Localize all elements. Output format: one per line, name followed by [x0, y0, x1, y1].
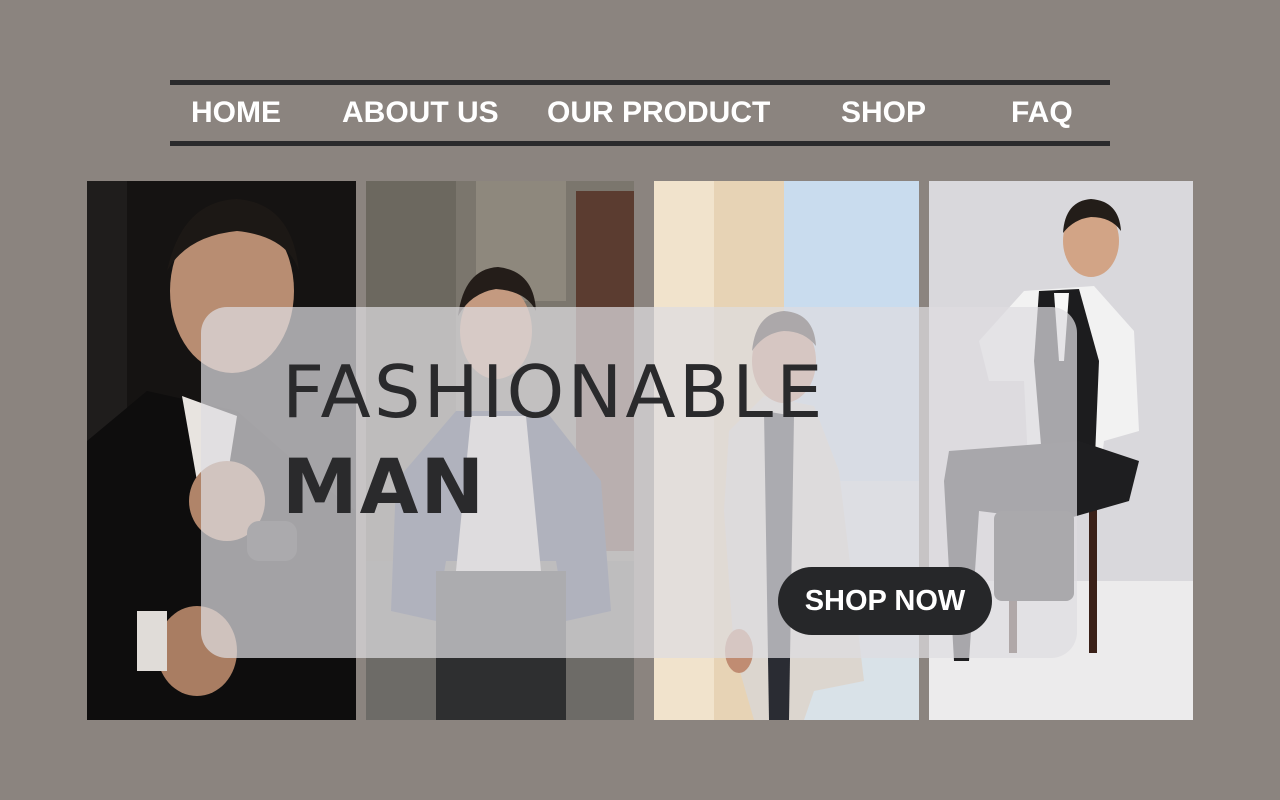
nav-our-product[interactable]: OUR PRODUCT — [547, 93, 770, 133]
shop-now-button[interactable]: SHOP NOW — [778, 567, 992, 635]
nav-home[interactable]: HOME — [191, 93, 281, 133]
nav-faq[interactable]: FAQ — [1011, 93, 1073, 133]
main-nav: HOME ABOUT US OUR PRODUCT SHOP FAQ — [170, 80, 1110, 146]
hero-title-line2: MAN — [282, 442, 487, 531]
nav-about-us[interactable]: ABOUT US — [342, 93, 499, 133]
nav-shop[interactable]: SHOP — [841, 93, 926, 133]
hero-title-line1: FASHIONABLE — [282, 350, 826, 434]
